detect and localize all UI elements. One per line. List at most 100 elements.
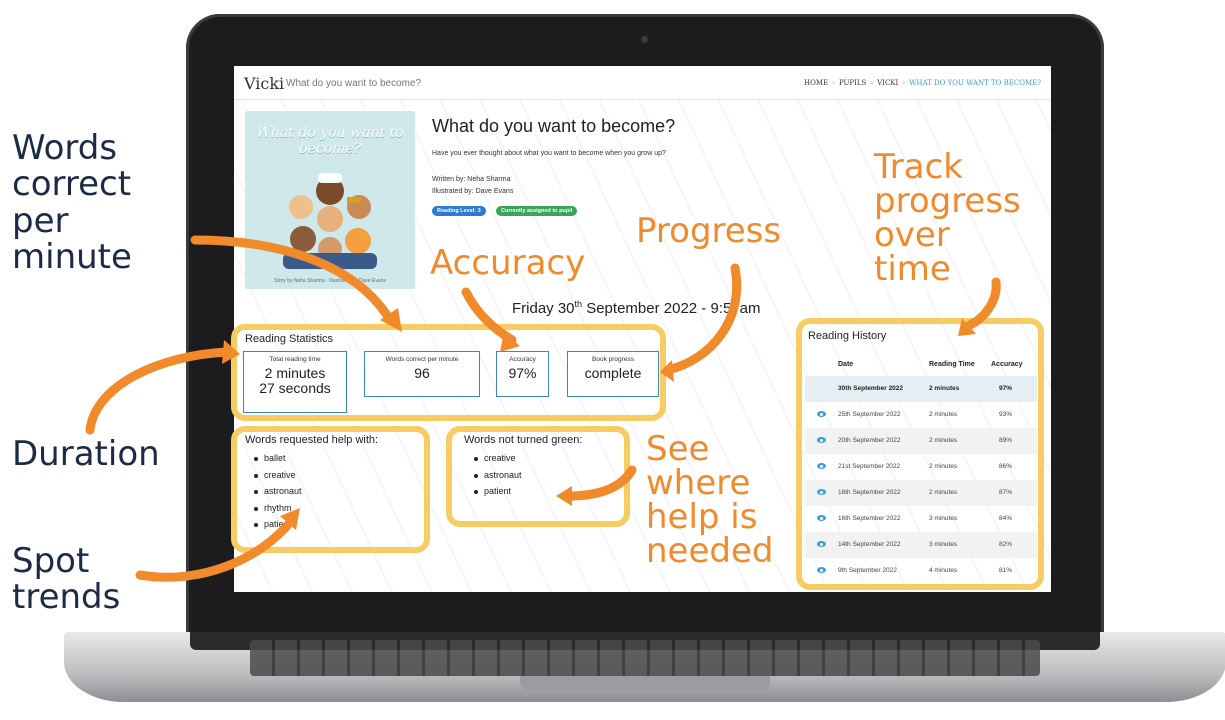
help-needed-callout: See where help is needed: [646, 432, 773, 568]
callout-line: where: [646, 463, 751, 503]
eye-icon[interactable]: [817, 437, 826, 443]
trackpad: [520, 676, 770, 690]
session-date-rest: September 2022 - 9:57am: [582, 300, 761, 317]
assigned-badge: Currently assigned to pupil: [496, 206, 578, 216]
callout-line: needed: [646, 531, 774, 571]
book-title: What do you want to become?: [432, 116, 676, 136]
row-date: 20th September 2022: [838, 437, 901, 444]
book-progress-label: Book progress: [592, 356, 634, 363]
breadcrumb-pupils[interactable]: PUPILS: [839, 79, 866, 87]
row-time: 2 minutes: [929, 489, 958, 496]
row-time: 2 minutes: [929, 385, 960, 392]
row-time: 2 minutes: [929, 411, 958, 418]
camera-icon: [641, 36, 648, 43]
row-accuracy: 84%: [999, 515, 1013, 522]
eye-icon[interactable]: [817, 411, 826, 417]
eye-icon[interactable]: [817, 463, 826, 469]
wcpm-annotation: Words correct per minute: [12, 130, 132, 276]
table-row[interactable]: 14th September 2022 3 minutes 82%: [805, 532, 1037, 558]
annotation-line: correct: [12, 164, 132, 205]
accuracy-card: Accuracy 97%: [496, 351, 549, 397]
table-row[interactable]: 20th September 2022 2 minutes 89%: [805, 428, 1037, 454]
eye-icon[interactable]: [817, 515, 826, 521]
accuracy-label: Accuracy: [509, 356, 536, 363]
reading-statistics-title: Reading Statistics: [245, 333, 334, 345]
table-row[interactable]: 9th September 2022 4 minutes 81%: [805, 558, 1037, 584]
row-accuracy: 86%: [999, 463, 1013, 470]
cover-title: What do you want to become?: [256, 125, 404, 157]
row-date: 16th September 2022: [838, 515, 901, 522]
row-date: 21st September 2022: [838, 463, 901, 470]
row-date: 9th September 2022: [838, 567, 897, 574]
trends-annotation: Spot trends: [12, 543, 120, 616]
pupil-name: Vicki: [244, 74, 285, 93]
cover-illustration: [283, 173, 377, 269]
row-date: 25th September 2022: [838, 411, 901, 418]
reading-level-badge: Reading Level: 3: [432, 206, 486, 216]
column-reading-time: Reading Time: [929, 361, 975, 368]
table-row[interactable]: 21st September 2022 2 minutes 86%: [805, 454, 1037, 480]
list-item: patient: [471, 486, 522, 503]
book-author: Written by: Neha Sharma: [432, 176, 511, 183]
breadcrumb-pupil[interactable]: VICKI: [877, 79, 898, 87]
reading-history-title: Reading History: [808, 330, 887, 342]
annotation-line: Words: [12, 128, 118, 168]
list-item: ballet: [251, 453, 302, 470]
row-time: 3 minutes: [929, 541, 958, 548]
top-bar: Vicki What do you want to become? HOME ›…: [234, 66, 1051, 100]
table-row[interactable]: 30th September 2022 2 minutes 97%: [805, 376, 1037, 402]
row-accuracy: 87%: [999, 489, 1013, 496]
not-green-words-list: creative astronaut patient: [471, 453, 522, 503]
row-date: 14th September 2022: [838, 541, 901, 548]
list-item: astronaut: [251, 486, 302, 503]
column-accuracy: Accuracy: [991, 361, 1023, 368]
table-row[interactable]: 25th September 2022 2 minutes 93%: [805, 402, 1037, 428]
eye-icon[interactable]: [817, 567, 826, 573]
help-words-list: ballet creative astronaut rhythm patient: [251, 453, 302, 536]
row-time: 4 minutes: [929, 567, 958, 574]
help-words-title: Words requested help with:: [245, 434, 379, 446]
wcpm-label: Words correct per minute: [385, 356, 459, 363]
column-date: Date: [838, 361, 854, 368]
row-accuracy: 93%: [999, 411, 1013, 418]
list-item: creative: [471, 453, 522, 470]
not-green-words-title: Words not turned green:: [464, 434, 583, 446]
callout-line: time: [874, 249, 951, 289]
row-time: 3 minutes: [929, 515, 958, 522]
row-date: 18th September 2022: [838, 489, 901, 496]
book-illustrator: Illustrated by: Dave Evans: [432, 188, 514, 195]
breadcrumb-home[interactable]: HOME: [804, 79, 828, 87]
total-reading-time-value: 2 minutes: [264, 365, 326, 381]
annotation-line: minute: [12, 237, 132, 278]
row-time: 2 minutes: [929, 437, 958, 444]
breadcrumb-separator: ›: [870, 79, 874, 87]
breadcrumb-current: WHAT DO YOU WANT TO BECOME?: [909, 79, 1041, 87]
session-date-suffix: th: [574, 299, 583, 309]
table-row[interactable]: 16th September 2022 3 minutes 84%: [805, 506, 1037, 532]
total-reading-time-card: Total reading time 2 minutes 27 seconds: [243, 351, 347, 413]
annotation-line: per: [12, 200, 69, 241]
table-row[interactable]: 18th September 2022 2 minutes 87%: [805, 480, 1037, 506]
row-date: 30th September 2022: [838, 385, 904, 392]
list-item: patient: [251, 519, 302, 536]
accuracy-value: 97%: [508, 365, 537, 381]
session-date-day: Friday 30: [512, 300, 575, 317]
app-screen: Vicki What do you want to become? HOME ›…: [234, 66, 1051, 592]
breadcrumb: HOME › PUPILS › VICKI › WHAT DO YOU WANT…: [804, 79, 1041, 87]
book-description: Have you ever thought about what you wan…: [432, 150, 666, 157]
book-cover: What do you want to become? Story by Neh…: [245, 111, 415, 289]
page-subtitle: What do you want to become?: [286, 78, 422, 89]
session-date: Friday 30th September 2022 - 9:57am: [512, 299, 761, 317]
annotation-line: trends: [12, 577, 121, 618]
cover-credit: Story by Neha Sharma · Illustrated by Da…: [274, 278, 386, 284]
eye-icon[interactable]: [817, 489, 826, 495]
accuracy-callout: Accuracy: [430, 243, 586, 283]
callout-line: Track: [874, 147, 963, 187]
callout-line: See: [646, 429, 710, 469]
wcpm-value: 96: [414, 365, 430, 381]
breadcrumb-separator: ›: [832, 79, 835, 87]
row-accuracy: 81%: [999, 567, 1013, 574]
row-accuracy: 89%: [999, 437, 1013, 444]
keyboard: [250, 640, 1040, 676]
eye-icon[interactable]: [817, 541, 826, 547]
